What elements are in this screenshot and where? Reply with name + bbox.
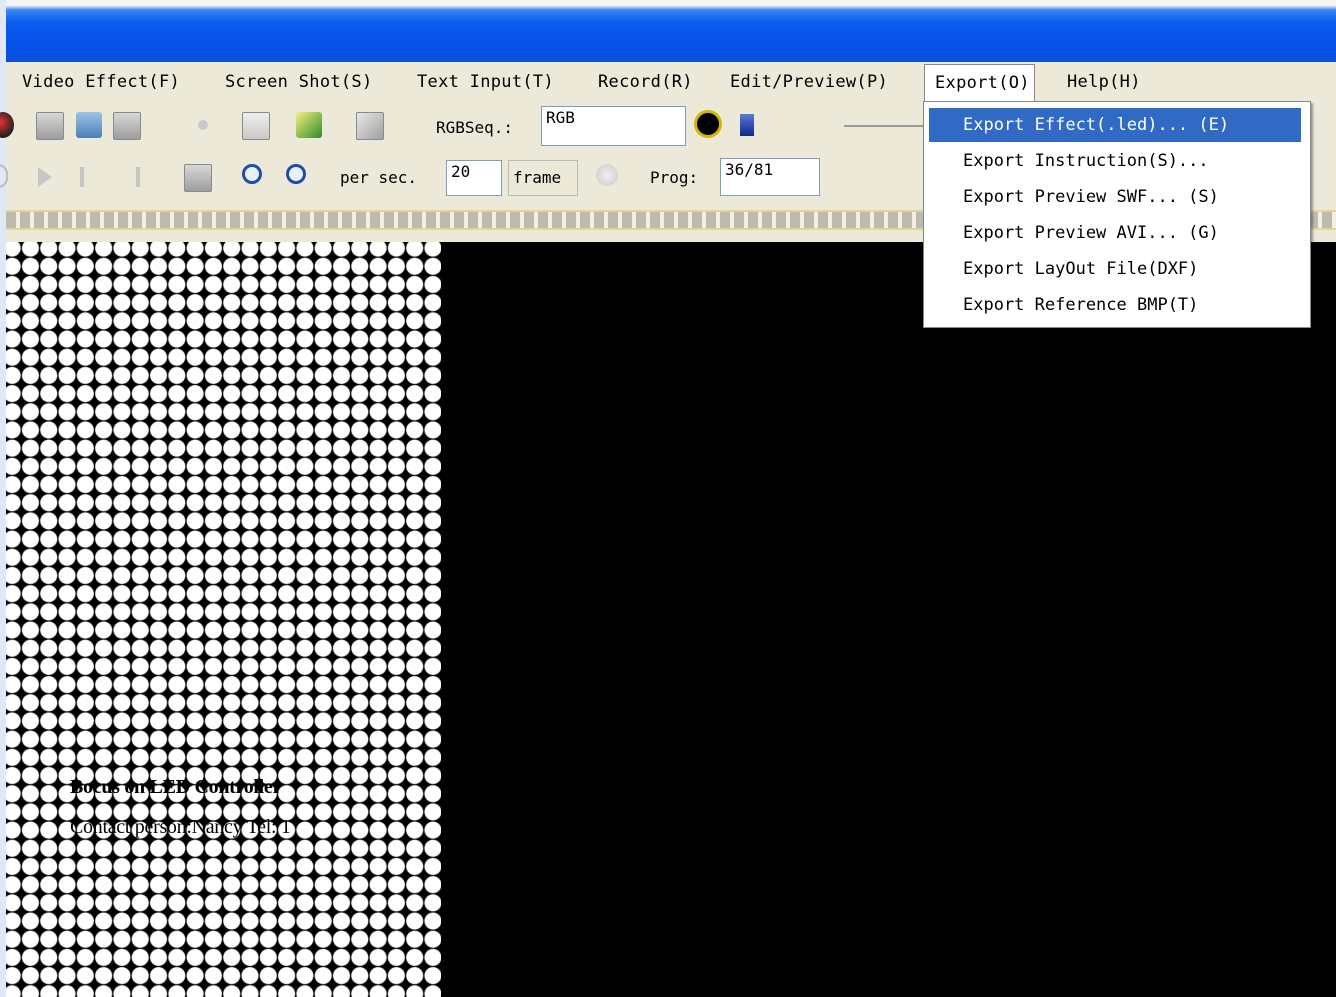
play-icon[interactable]	[38, 167, 52, 187]
window-title-bar[interactable]	[6, 0, 1336, 62]
per-second-label: per sec.	[340, 168, 418, 187]
camera-icon[interactable]	[76, 112, 102, 138]
device-icon[interactable]	[740, 114, 754, 136]
led-matrix	[6, 242, 441, 997]
menu-help[interactable]: Help(H)	[1067, 71, 1141, 93]
snapshot-icon[interactable]	[113, 112, 141, 140]
frame-icon[interactable]	[242, 112, 270, 140]
menu-bar: Video Effect(F) Screen Shot(S) Text Inpu…	[6, 62, 1336, 103]
first-frame-icon[interactable]	[80, 167, 84, 187]
progress-field[interactable]: 36/81	[720, 158, 820, 196]
stop-icon[interactable]	[36, 112, 64, 140]
export-preview-avi-item[interactable]: Export Preview AVI... (G)	[929, 216, 1301, 250]
menu-edit-preview[interactable]: Edit/Preview(P)	[730, 71, 888, 93]
menu-screen-shot[interactable]: Screen Shot(S)	[225, 71, 373, 93]
fps-field[interactable]: 20	[446, 160, 502, 196]
led-title-text: Bocus on LED Controller	[70, 776, 282, 798]
menu-export[interactable]: Export(O)	[924, 64, 1035, 101]
menu-record[interactable]: Record(R)	[598, 71, 693, 93]
rgb-sequence-label: RGBSeq.:	[436, 118, 514, 137]
loop-icon[interactable]	[0, 164, 8, 188]
export-layout-item[interactable]: Export LayOut File(DXF)	[929, 252, 1301, 286]
record-icon[interactable]	[0, 112, 14, 138]
3d-icon[interactable]	[596, 164, 618, 186]
export-preview-swf-item[interactable]: Export Preview SWF... (S)	[929, 180, 1301, 214]
menu-text-input[interactable]: Text Input(T)	[417, 71, 554, 93]
new-effect-icon[interactable]	[296, 112, 322, 138]
zoom-out-icon[interactable]	[286, 164, 306, 184]
export-reference-bmp-item[interactable]: Export Reference BMP(T)	[929, 288, 1301, 322]
dot-icon[interactable]	[198, 120, 208, 130]
edit-icon[interactable]	[356, 112, 384, 140]
export-dropdown: Export Effect(.led)... (E) Export Instru…	[923, 101, 1311, 328]
last-frame-icon[interactable]	[136, 167, 140, 187]
led-contact-text: Contact person:Nancy Tel: 1	[70, 816, 291, 838]
progress-label: Prog:	[650, 168, 699, 187]
stop-playback-icon[interactable]	[184, 164, 212, 192]
rgb-sequence-field[interactable]: RGB	[541, 106, 686, 146]
frame-label: frame	[508, 160, 578, 196]
export-effect-item[interactable]: Export Effect(.led)... (E)	[929, 108, 1301, 142]
menu-video-effect[interactable]: Video Effect(F)	[22, 71, 180, 93]
zoom-in-icon[interactable]	[242, 164, 262, 184]
color-wheel-icon[interactable]	[694, 110, 722, 138]
export-instruction-item[interactable]: Export Instruction(S)...	[929, 144, 1301, 178]
speed-slider[interactable]	[844, 125, 924, 127]
